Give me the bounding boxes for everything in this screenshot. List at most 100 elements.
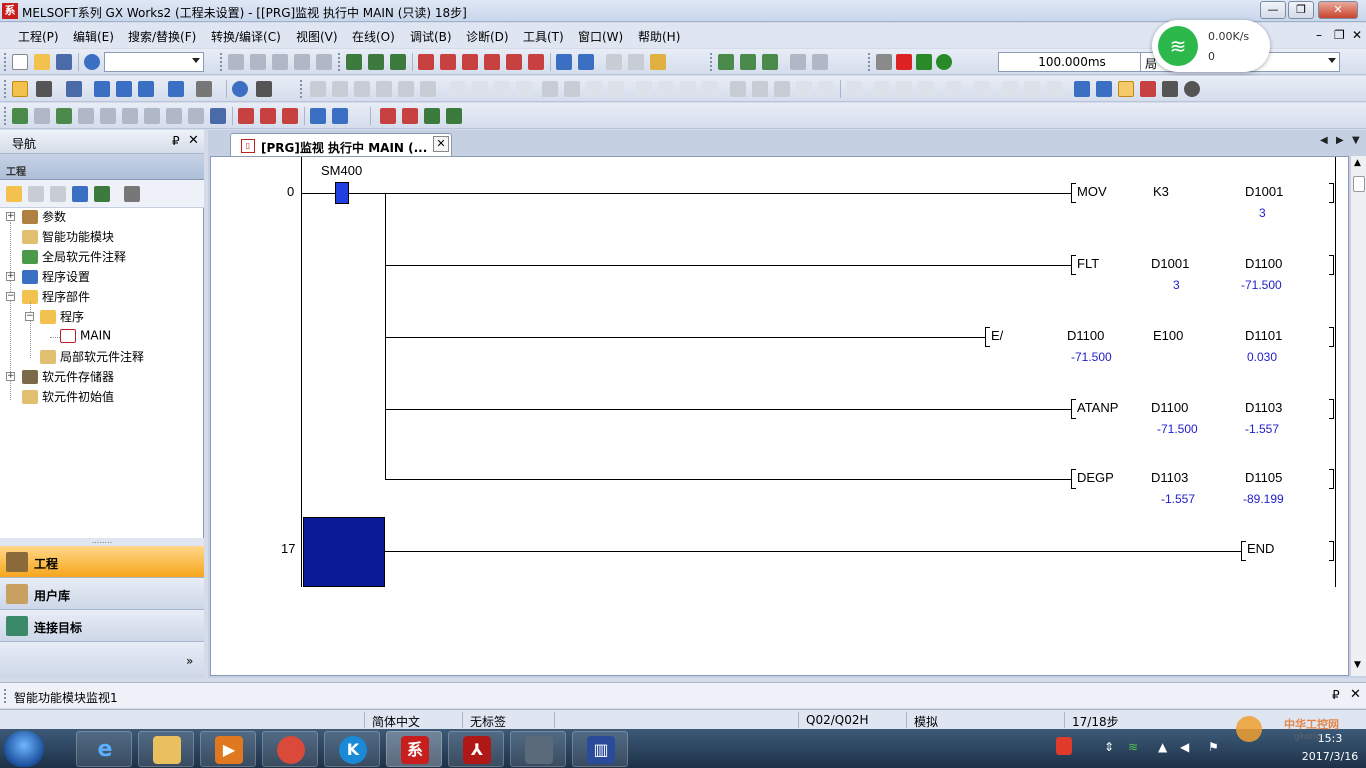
- clear-all-icon[interactable]: [260, 108, 276, 124]
- caf5-icon[interactable]: [752, 81, 768, 97]
- taskbar-ie[interactable]: e: [76, 731, 132, 767]
- toolbar-grip[interactable]: [220, 53, 223, 71]
- tree-item-global-comment[interactable]: 全局软元件注释: [22, 248, 126, 266]
- help-icon[interactable]: [232, 81, 248, 97]
- output-close-button[interactable]: ✕: [1350, 687, 1361, 702]
- taskbar-simulator[interactable]: [510, 731, 566, 767]
- undo-icon[interactable]: [294, 54, 310, 70]
- sogou-icon[interactable]: [1056, 737, 1072, 755]
- module-config-icon[interactable]: [36, 81, 52, 97]
- tree-item-intelligent-module[interactable]: 智能功能模块: [22, 228, 114, 246]
- hline-icon[interactable]: [450, 81, 466, 97]
- volume-icon[interactable]: ◀: [1180, 740, 1189, 754]
- expand-icon[interactable]: +: [6, 372, 15, 381]
- monitor-write-icon[interactable]: [1118, 81, 1134, 97]
- toolbar-grip[interactable]: [710, 53, 713, 71]
- operation-result-icon[interactable]: [702, 81, 718, 97]
- toolbar-grip[interactable]: [4, 53, 7, 71]
- tree-item-local-comment[interactable]: 局部软元件注释: [40, 348, 144, 366]
- toolbar-combo[interactable]: [104, 52, 204, 72]
- collapse-icon[interactable]: −: [6, 292, 15, 301]
- menu-convert-compile[interactable]: 转换/编译(C): [211, 28, 281, 45]
- device-test-icon[interactable]: [650, 54, 666, 70]
- contact-sm400[interactable]: [335, 182, 349, 204]
- taskbar-chrome[interactable]: [262, 731, 318, 767]
- grip-icon[interactable]: [4, 689, 6, 703]
- coil-icon[interactable]: [398, 81, 414, 97]
- open-branch-icon[interactable]: [332, 81, 348, 97]
- dev-write-icon[interactable]: [332, 108, 348, 124]
- taskbar-explorer[interactable]: [138, 731, 194, 767]
- af5-icon[interactable]: [730, 81, 746, 97]
- paste-data-icon[interactable]: [50, 186, 66, 202]
- nav-button-connection[interactable]: 连接目标: [0, 610, 204, 642]
- paste-icon[interactable]: [272, 54, 288, 70]
- instruction-mov[interactable]: MOV: [1077, 184, 1107, 199]
- toolbar-grip[interactable]: [4, 107, 7, 125]
- break-icon[interactable]: [144, 108, 160, 124]
- output-window-title[interactable]: 智能功能模块监视1: [14, 689, 118, 706]
- menu-debug[interactable]: 调试(B): [410, 28, 452, 45]
- nav-options-icon[interactable]: [124, 186, 140, 202]
- tree-item-program[interactable]: 程序: [40, 308, 84, 326]
- instruction-flt[interactable]: FLT: [1077, 256, 1099, 271]
- menu-online[interactable]: 在线(O): [352, 28, 395, 45]
- monitor-stop-icon[interactable]: [528, 54, 544, 70]
- delete-hline-icon[interactable]: [494, 81, 510, 97]
- closed-branch-icon[interactable]: [376, 81, 392, 97]
- convert-icon[interactable]: [368, 54, 384, 70]
- nav-close-button[interactable]: ✕: [188, 133, 199, 148]
- wifi-widget[interactable]: ≋ 0.00K/s 0: [1152, 20, 1270, 72]
- watch-register-icon[interactable]: [628, 54, 644, 70]
- menu-diagnostics[interactable]: 诊断(D): [466, 28, 509, 45]
- search-icon[interactable]: [1184, 81, 1200, 97]
- expand-icon[interactable]: +: [6, 272, 15, 281]
- new-file-icon[interactable]: [12, 54, 28, 70]
- verify-plc-icon[interactable]: [462, 54, 478, 70]
- compile-icon[interactable]: [346, 54, 362, 70]
- flag-icon[interactable]: ⚑: [1208, 740, 1219, 754]
- tray-arrow-icon[interactable]: ⇕: [1104, 740, 1114, 754]
- read-plc-icon[interactable]: [440, 54, 456, 70]
- tree-item-device-memory[interactable]: 软元件存储器: [22, 368, 114, 386]
- pin-icon[interactable]: ₽: [1332, 688, 1340, 702]
- menu-find-replace[interactable]: 搜索/替换(F): [128, 28, 196, 45]
- vertical-scrollbar[interactable]: ▲ ▼: [1350, 156, 1366, 676]
- vline-icon[interactable]: [472, 81, 488, 97]
- properties-icon[interactable]: [72, 186, 88, 202]
- find-icon[interactable]: [256, 81, 272, 97]
- device-entry-icon[interactable]: [578, 54, 594, 70]
- delete-x2-icon[interactable]: [402, 108, 418, 124]
- taskbar-pdf[interactable]: ⅄: [448, 731, 504, 767]
- mdi-restore-button[interactable]: ❐: [1334, 28, 1345, 42]
- menu-window[interactable]: 窗口(W): [578, 28, 623, 45]
- check-icon[interactable]: [210, 108, 226, 124]
- save-icon[interactable]: [56, 54, 72, 70]
- dev-read-icon[interactable]: [310, 108, 326, 124]
- copy-icon[interactable]: [250, 54, 266, 70]
- toolbar-grip[interactable]: [868, 53, 871, 71]
- simulation-start-icon[interactable]: [718, 54, 734, 70]
- pulse-icon[interactable]: [636, 81, 652, 97]
- scroll-down-icon[interactable]: ▼: [1354, 660, 1361, 670]
- cc-link-icon[interactable]: [138, 81, 154, 97]
- refresh-icon[interactable]: [94, 186, 110, 202]
- ladder-editor[interactable]: 0 SM400 MOV K3 D1001 3 FLT D1001 3 D1100…: [210, 156, 1349, 676]
- falling-edge-icon[interactable]: [564, 81, 580, 97]
- toolbar-grip[interactable]: [300, 80, 303, 98]
- device-batch-icon[interactable]: [556, 54, 572, 70]
- taskbar-gxworks[interactable]: 系: [386, 731, 442, 767]
- tab-next-icon[interactable]: ▶: [1336, 135, 1344, 146]
- toolbar-grip[interactable]: [338, 53, 341, 71]
- toolbar-grip[interactable]: [4, 80, 7, 98]
- zoom-fit-icon[interactable]: [1074, 81, 1090, 97]
- instruction-icon[interactable]: [420, 81, 436, 97]
- statement-icon[interactable]: [946, 81, 962, 97]
- menu-project[interactable]: 工程(P): [18, 28, 59, 45]
- tab-list-icon[interactable]: ▼: [1352, 135, 1360, 146]
- chevron-double-icon[interactable]: »: [186, 654, 193, 668]
- module-list-icon[interactable]: [446, 108, 462, 124]
- watch-icon[interactable]: [606, 54, 622, 70]
- nav-splitter[interactable]: ........: [0, 537, 204, 546]
- invert-icon[interactable]: [680, 81, 696, 97]
